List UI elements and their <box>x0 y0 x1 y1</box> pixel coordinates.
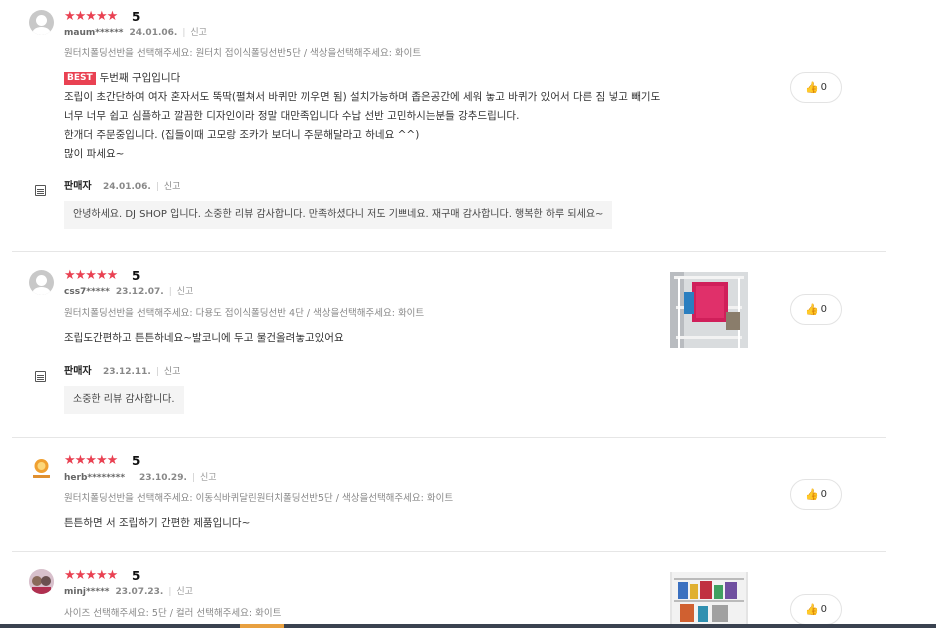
store-icon <box>35 185 46 196</box>
avatar-image <box>29 569 54 594</box>
meta-separator: | <box>168 587 172 597</box>
seller-meta: 24.01.06. | 신고 <box>103 181 180 193</box>
thumbs-up-icon: 👍 <box>804 81 819 94</box>
review-body: 튼튼하면 서 조립하기 간편한 제품입니다~ <box>64 514 250 533</box>
review-item: ★★★★★ 5 css7***** 23.12.07. | 신고 원터치폴딩선반을 선… <box>12 252 886 438</box>
store-icon <box>35 371 46 382</box>
user-avatar-icon <box>29 569 54 594</box>
bottom-bar <box>0 624 936 628</box>
report-link[interactable]: 신고 <box>164 182 181 192</box>
rating-score: 5 <box>132 10 141 24</box>
review-line: 두번째 구입입니다 <box>99 72 181 84</box>
thumbs-up-icon: 👍 <box>804 488 819 501</box>
review-photo-image <box>670 572 748 624</box>
review-date: 23.07.23. <box>115 587 164 597</box>
review-meta: css7***** 23.12.07. | 신고 <box>64 286 193 298</box>
report-link[interactable]: 신고 <box>164 367 181 377</box>
user-avatar-icon <box>29 456 54 481</box>
seller-name: 판매자 <box>64 366 92 377</box>
review-line: 한개더 주문중입니다. (집들이때 고모랑 조카가 보더니 주문해달라고 하네요… <box>64 129 420 141</box>
seller-meta: 23.12.11. | 신고 <box>103 366 180 378</box>
like-count: 0 <box>820 304 828 315</box>
user-avatar-icon <box>29 10 54 35</box>
reviewer-name: maum****** <box>64 28 124 38</box>
like-count: 0 <box>820 82 828 93</box>
star-rating: ★★★★★ <box>64 568 118 583</box>
rating-score: 5 <box>132 269 141 283</box>
rating-score: 5 <box>132 454 141 468</box>
meta-separator: | <box>191 473 195 483</box>
like-button[interactable]: 👍 0 <box>790 479 842 510</box>
star-rating: ★★★★★ <box>64 268 118 283</box>
review-line: 조립도간편하고 튼튼하네요~발코니에 두고 물건올려놓고있어요 <box>64 332 344 344</box>
like-count: 0 <box>820 604 828 615</box>
review-date: 24.01.06. <box>129 28 178 38</box>
review-meta: maum****** 24.01.06. | 신고 <box>64 27 207 39</box>
option-text: 원터치폴딩선반을 선택해주세요: 다용도 접이식폴딩선반 4단 / 색상을선택해… <box>64 308 425 319</box>
thumbs-up-icon: 👍 <box>804 603 819 616</box>
review-line: 많이 파세요~ <box>64 148 125 160</box>
best-badge: BEST <box>64 72 96 85</box>
meta-separator: | <box>182 28 186 38</box>
review-meta: herb******** 23.10.29. | 신고 <box>64 472 217 484</box>
report-link[interactable]: 신고 <box>177 287 194 297</box>
option-text: 사이즈 선택해주세요: 5단 / 컬러 선택해주세요: 화이트 <box>64 608 282 619</box>
report-link[interactable]: 신고 <box>176 587 193 597</box>
like-button[interactable]: 👍 0 <box>790 594 842 625</box>
report-link[interactable]: 신고 <box>200 473 217 483</box>
rating-score: 5 <box>132 569 141 583</box>
bottom-bar-accent <box>240 624 284 628</box>
review-photo-image <box>670 272 748 348</box>
review-line: 조립이 초간단하여 여자 혼자서도 뚝딱(펼쳐서 바퀴만 끼우면 됨) 설치가능… <box>64 91 661 103</box>
like-count: 0 <box>820 489 828 500</box>
meta-separator: | <box>168 287 172 297</box>
review-line: 튼튼하면 서 조립하기 간편한 제품입니다~ <box>64 517 251 529</box>
meta-separator: | <box>155 367 159 377</box>
meta-separator: | <box>155 182 159 192</box>
review-line: 너무 너무 쉽고 심플하고 깔끔한 디자인이라 정말 대만족입니다 수납 선반 … <box>64 110 520 122</box>
reviewer-name: herb******** <box>64 473 126 483</box>
review-item: ★★★★★ 5 minj***** 23.07.23. | 신고 사이즈 선택해주세요… <box>12 552 886 628</box>
seller-reply-date: 24.01.06. <box>103 182 151 192</box>
review-photo[interactable] <box>670 572 748 624</box>
thumbs-up-icon: 👍 <box>804 303 819 316</box>
avatar-image <box>33 459 50 478</box>
like-button[interactable]: 👍 0 <box>790 294 842 325</box>
review-date: 23.10.29. <box>139 473 187 483</box>
review-item: ★★★★★ 5 herb******** 23.10.29. | 신고 원터치폴딩선반… <box>12 438 886 552</box>
review-body: 조립도간편하고 튼튼하네요~발코니에 두고 물건올려놓고있어요 <box>64 329 344 348</box>
report-link[interactable]: 신고 <box>190 28 207 38</box>
seller-name: 판매자 <box>64 181 92 192</box>
star-rating: ★★★★★ <box>64 453 118 468</box>
seller-reply-date: 23.12.11. <box>103 367 151 377</box>
seller-reply: 안녕하세요. DJ SHOP 입니다. 소중한 리뷰 감사합니다. 만족하셨다니… <box>64 201 613 229</box>
option-text: 원터치폴딩선반을 선택해주세요: 이동식바퀴달린원터치폴딩선반5단 / 색상을선… <box>64 493 454 504</box>
like-button[interactable]: 👍 0 <box>790 72 842 103</box>
reviewer-name: minj***** <box>64 587 110 597</box>
star-rating: ★★★★★ <box>64 9 118 24</box>
review-body: BEST 두번째 구입입니다 조립이 초간단하여 여자 혼자서도 뚝딱(펼쳐서 바… <box>64 69 660 164</box>
review-item: ★★★★★ 5 maum****** 24.01.06. | 신고 원터치폴딩선반을 … <box>12 0 886 252</box>
review-date: 23.12.07. <box>115 287 164 297</box>
option-text: 원터치폴딩선반을 선택해주세요: 원터치 접이식폴딩선반5단 / 색상을선택해주… <box>64 48 422 59</box>
seller-reply: 소중한 리뷰 감사합니다. <box>64 386 184 414</box>
user-avatar-icon <box>29 270 54 295</box>
reviewer-name: css7***** <box>64 287 110 297</box>
review-photo[interactable] <box>670 272 748 348</box>
review-meta: minj***** 23.07.23. | 신고 <box>64 586 193 598</box>
